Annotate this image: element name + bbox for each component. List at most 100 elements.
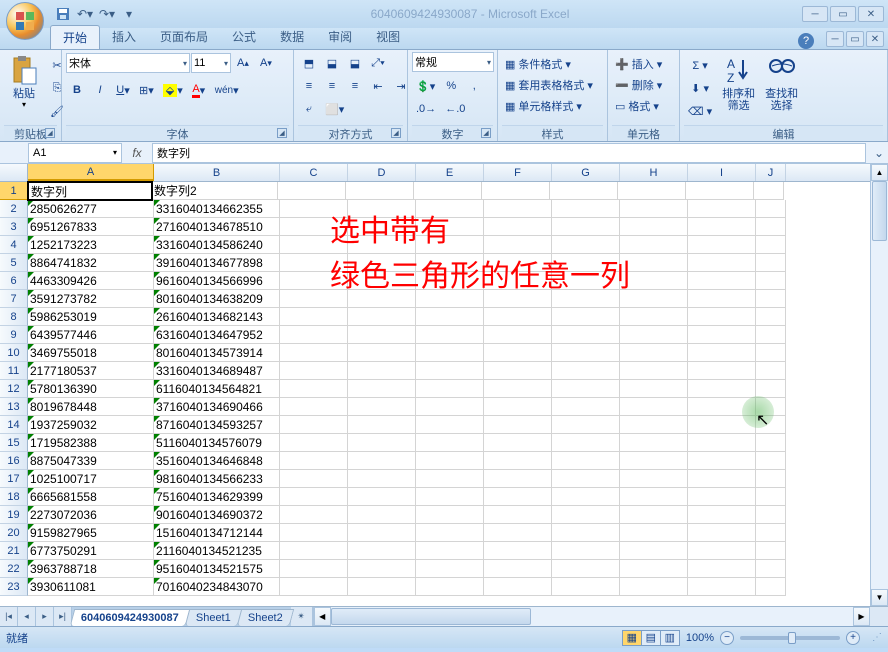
cell[interactable]: 1516040134712144: [154, 524, 280, 542]
new-sheet-icon[interactable]: ✴: [291, 607, 313, 626]
minimize-button[interactable]: ─: [802, 6, 828, 22]
row-header[interactable]: 2: [0, 200, 28, 218]
align-center-icon[interactable]: ≡: [321, 75, 343, 97]
cell[interactable]: [756, 488, 786, 506]
row-header[interactable]: 7: [0, 290, 28, 308]
cell[interactable]: [620, 488, 688, 506]
page-break-view-icon[interactable]: ▥: [660, 630, 680, 646]
col-header-A[interactable]: A: [28, 164, 154, 181]
cell[interactable]: [756, 326, 786, 344]
insert-cells-button[interactable]: ➕插入 ▾: [612, 54, 665, 74]
cell[interactable]: 6316040134647952: [154, 326, 280, 344]
cell[interactable]: [348, 398, 416, 416]
cell[interactable]: [552, 308, 620, 326]
cell[interactable]: [484, 542, 552, 560]
cell-style-button[interactable]: ▦单元格样式 ▾: [502, 96, 596, 116]
font-name-combo[interactable]: 宋体▾: [66, 53, 190, 73]
cell[interactable]: [280, 308, 348, 326]
cell[interactable]: 3930611081: [28, 578, 154, 596]
tab-公式[interactable]: 公式: [220, 25, 268, 49]
cell[interactable]: [552, 254, 620, 272]
cell[interactable]: 2116040134521235: [154, 542, 280, 560]
cell[interactable]: [620, 560, 688, 578]
row-header[interactable]: 22: [0, 560, 28, 578]
shrink-font-icon[interactable]: A▾: [255, 52, 277, 74]
cell[interactable]: [484, 254, 552, 272]
cell[interactable]: [348, 434, 416, 452]
doc-restore-icon[interactable]: ▭: [846, 31, 864, 47]
cell[interactable]: [620, 218, 688, 236]
cell[interactable]: [552, 326, 620, 344]
col-header-D[interactable]: D: [348, 164, 416, 181]
fill-icon[interactable]: ⬇ ▾: [684, 77, 716, 99]
autosum-icon[interactable]: Σ ▾: [684, 54, 716, 76]
cell[interactable]: 8016040134638209: [154, 290, 280, 308]
cell[interactable]: 4463309426: [28, 272, 154, 290]
bold-button[interactable]: B: [66, 79, 88, 101]
cell[interactable]: [280, 452, 348, 470]
office-button[interactable]: [6, 2, 44, 40]
cell[interactable]: [416, 452, 484, 470]
close-button[interactable]: ✕: [858, 6, 884, 22]
cell[interactable]: 3316040134662355: [154, 200, 280, 218]
cell[interactable]: [620, 434, 688, 452]
cell[interactable]: [484, 434, 552, 452]
cell[interactable]: 9816040134566233: [154, 470, 280, 488]
scroll-right-icon[interactable]: ▶: [853, 607, 870, 626]
dec-decimal-icon[interactable]: ←.0: [441, 98, 469, 120]
cell[interactable]: [620, 506, 688, 524]
cell[interactable]: [348, 578, 416, 596]
table-format-button[interactable]: ▦套用表格格式 ▾: [502, 75, 596, 95]
row-header[interactable]: 1: [0, 182, 28, 200]
cell[interactable]: [348, 308, 416, 326]
cell[interactable]: 2273072036: [28, 506, 154, 524]
cell[interactable]: [620, 200, 688, 218]
cell[interactable]: [688, 506, 756, 524]
hscroll-thumb[interactable]: [331, 608, 531, 625]
cell[interactable]: [280, 524, 348, 542]
cell[interactable]: [550, 182, 618, 200]
cell[interactable]: 6116040134564821: [154, 380, 280, 398]
cell[interactable]: 6951267833: [28, 218, 154, 236]
cell[interactable]: [484, 452, 552, 470]
cell[interactable]: [688, 344, 756, 362]
scroll-up-icon[interactable]: ▲: [871, 164, 888, 181]
cell[interactable]: [484, 560, 552, 578]
cell[interactable]: [552, 542, 620, 560]
cell[interactable]: [280, 326, 348, 344]
cell[interactable]: [346, 182, 414, 200]
row-header[interactable]: 3: [0, 218, 28, 236]
cell[interactable]: [620, 452, 688, 470]
inc-decimal-icon[interactable]: .0→: [412, 98, 440, 120]
cell[interactable]: [416, 434, 484, 452]
align-right-icon[interactable]: ≡: [344, 75, 366, 97]
cell[interactable]: [688, 308, 756, 326]
undo-icon[interactable]: ↶▾: [76, 5, 94, 23]
cell[interactable]: [552, 488, 620, 506]
cell[interactable]: [620, 470, 688, 488]
sheet-next-icon[interactable]: ▸: [36, 607, 54, 626]
cell[interactable]: 数字列: [27, 181, 153, 201]
cell[interactable]: [552, 578, 620, 596]
row-header[interactable]: 16: [0, 452, 28, 470]
cell[interactable]: [620, 362, 688, 380]
cell[interactable]: [280, 542, 348, 560]
cell[interactable]: [484, 488, 552, 506]
grow-font-icon[interactable]: A▴: [232, 52, 254, 74]
border-button[interactable]: ⊞▾: [135, 79, 158, 101]
cell[interactable]: [416, 362, 484, 380]
cell[interactable]: [348, 290, 416, 308]
row-header[interactable]: 9: [0, 326, 28, 344]
italic-button[interactable]: I: [89, 79, 111, 101]
cell[interactable]: 3716040134690466: [154, 398, 280, 416]
ribbon-minimize-icon[interactable]: ─: [826, 31, 844, 47]
cell[interactable]: [416, 560, 484, 578]
tab-数据[interactable]: 数据: [268, 25, 316, 49]
cell[interactable]: [552, 416, 620, 434]
cell[interactable]: 7016040234843070: [154, 578, 280, 596]
scroll-left-icon[interactable]: ◀: [314, 607, 331, 626]
cell[interactable]: [620, 272, 688, 290]
cell[interactable]: 8875047339: [28, 452, 154, 470]
cell[interactable]: 8016040134573914: [154, 344, 280, 362]
help-icon[interactable]: ?: [798, 33, 814, 49]
